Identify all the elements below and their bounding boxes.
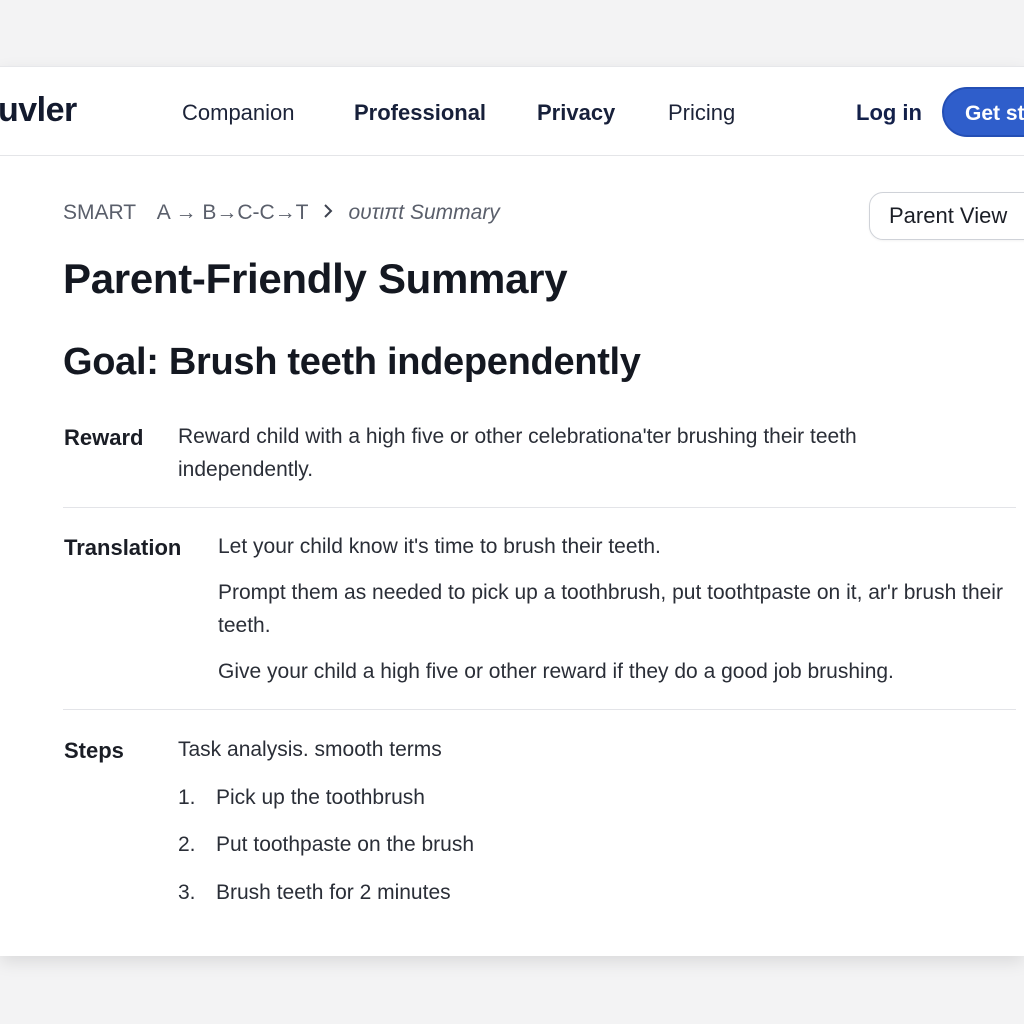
nav-pricing[interactable]: Pricing (668, 100, 735, 126)
breadcrumb-item-abc[interactable]: A → B→C-C→T (157, 201, 309, 225)
parent-view-button[interactable]: Parent View (869, 192, 1024, 240)
nav-professional[interactable]: Professional (354, 100, 486, 126)
breadcrumb-item-smart[interactable]: SMART (63, 201, 136, 225)
reward-label: Reward (64, 425, 144, 450)
nav-companion[interactable]: Companion (182, 100, 295, 126)
divider (63, 709, 1016, 710)
get-started-button[interactable]: Get st (942, 87, 1024, 137)
translation-line-1: Let your child know it's time to brush t… (218, 535, 661, 558)
list-item: 3. Brush teeth for 2 minutes (178, 881, 451, 905)
translation-label: Translation (64, 535, 182, 560)
page-title: Parent-Friendly Summary (63, 255, 568, 302)
divider (63, 507, 1016, 508)
reward-text: Reward child with a high five or other c… (178, 425, 857, 481)
login-link[interactable]: Log in (856, 100, 922, 126)
steps-intro: Task analysis. smooth terms (178, 738, 442, 761)
translation-line-2: Prompt them as needed to pick up a tooth… (218, 581, 1003, 637)
step-number: 2. (178, 833, 196, 856)
list-item: 1. Pick up the toothbrush (178, 786, 425, 810)
step-number: 3. (178, 881, 196, 904)
breadcrumb: SMART › A → B→C-C→T ουτιπt Summary (63, 201, 500, 225)
breadcrumb-item-summary: ουτιπt Summary (348, 201, 500, 224)
nav-privacy[interactable]: Privacy (537, 100, 615, 126)
steps-label: Steps (64, 738, 124, 763)
goal-title: Goal: Brush teeth independently (63, 341, 641, 383)
brand-logo[interactable]: uvler (0, 91, 77, 130)
top-navigation: uvler Companion Professional Privacy Pri… (0, 67, 1024, 156)
list-item: 2. Put toothpaste on the brush (178, 833, 474, 857)
step-text: Brush teeth for 2 minutes (216, 881, 451, 904)
chevron-right-icon (322, 202, 334, 225)
page-card: uvler Companion Professional Privacy Pri… (0, 66, 1024, 956)
translation-line-3: Give your child a high five or other rew… (218, 660, 894, 683)
step-text: Pick up the toothbrush (216, 786, 425, 809)
step-text: Put toothpaste on the brush (216, 833, 475, 856)
step-number: 1. (178, 786, 196, 809)
